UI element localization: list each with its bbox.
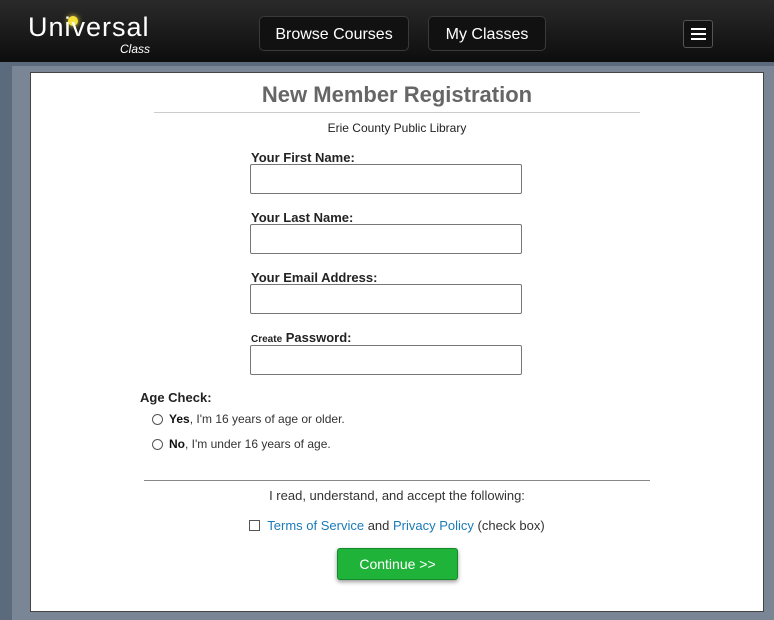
age-yes-option[interactable]: Yes, I'm 16 years of age or older. [152, 412, 345, 426]
continue-button[interactable]: Continue >> [337, 548, 458, 580]
logo-main-text: Universal [28, 12, 150, 42]
hamburger-line [691, 33, 706, 35]
universal-class-logo[interactable]: Universal Class [28, 12, 168, 56]
age-yes-text: , I'm 16 years of age or older. [189, 412, 345, 426]
hamburger-line [691, 38, 706, 40]
last-name-field[interactable] [250, 224, 522, 254]
hamburger-menu-button[interactable] [683, 20, 713, 48]
age-check-label: Age Check: [140, 390, 212, 405]
age-yes-radio[interactable] [152, 413, 163, 425]
age-no-bold: No [169, 437, 185, 451]
last-name-label: Your Last Name: [251, 210, 354, 225]
first-name-field[interactable] [250, 164, 522, 194]
password-label-text: Password: [282, 330, 352, 345]
age-no-radio[interactable] [152, 438, 163, 450]
my-classes-button[interactable]: My Classes [428, 16, 546, 51]
age-no-text: , I'm under 16 years of age. [185, 437, 331, 451]
password-label-prefix: Create [251, 334, 283, 345]
library-name: Erie County Public Library [327, 121, 467, 135]
browse-courses-button[interactable]: Browse Courses [259, 16, 409, 51]
accept-text: I read, understand, and accept the follo… [269, 488, 525, 503]
age-no-option[interactable]: No, I'm under 16 years of age. [152, 437, 331, 451]
terms-of-service-link[interactable]: Terms of Service [267, 518, 364, 533]
terms-checkbox[interactable] [249, 520, 261, 531]
terms-suffix-text: (check box) [473, 518, 545, 533]
terms-and-text: and [364, 518, 393, 533]
privacy-policy-link[interactable]: Privacy Policy [393, 518, 474, 533]
section-divider [144, 480, 650, 481]
hamburger-menu-icon [691, 28, 706, 30]
password-field[interactable] [250, 345, 522, 375]
top-nav-bar: Universal Class Browse Courses My Classe… [0, 0, 774, 62]
email-field[interactable] [250, 284, 522, 314]
first-name-label: Your First Name: [251, 150, 355, 165]
logo-sub-text: Class [120, 42, 151, 56]
password-label: Create Password: [251, 330, 352, 345]
page-title: New Member Registration [154, 82, 640, 113]
email-label: Your Email Address: [251, 270, 378, 285]
age-yes-bold: Yes [169, 412, 190, 426]
terms-row: Terms of Service and Privacy Policy (che… [144, 518, 650, 533]
